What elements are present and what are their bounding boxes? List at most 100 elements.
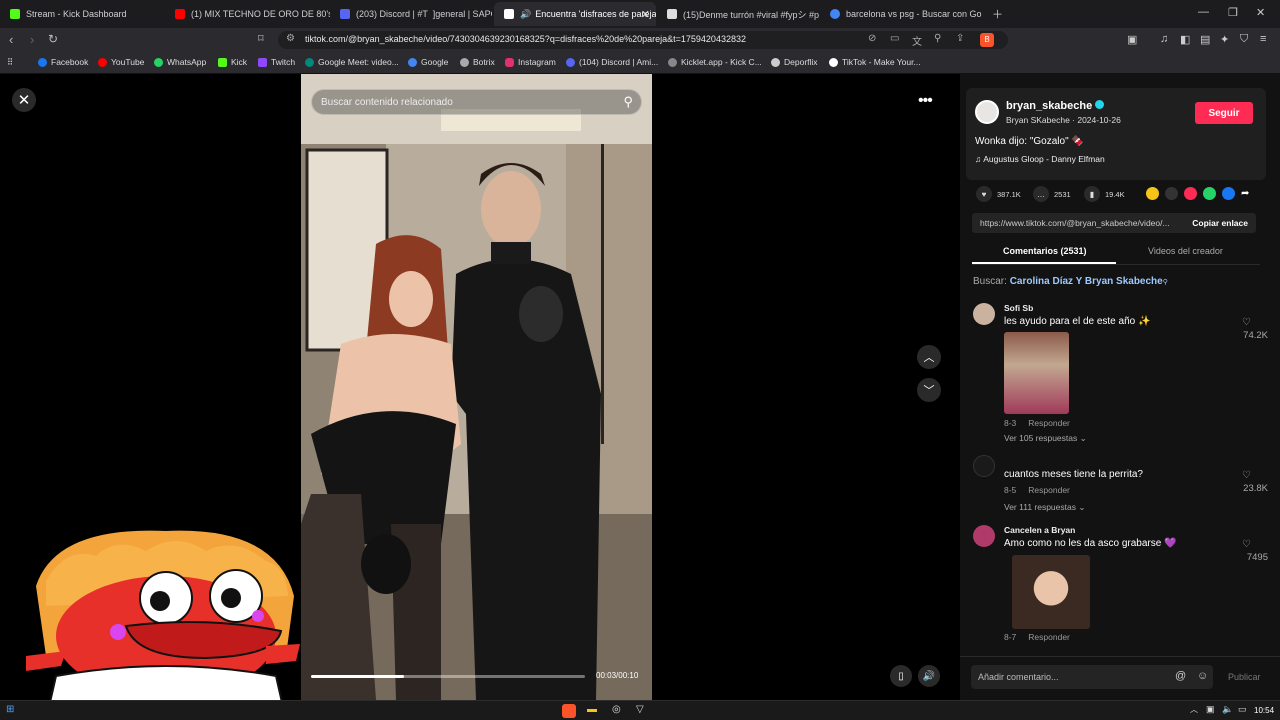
volume-icon[interactable]: 🔊 (918, 665, 940, 687)
avatar[interactable] (973, 525, 995, 547)
facebook-icon[interactable] (1222, 187, 1235, 200)
add-comment-input[interactable]: Añadir comentario... @ ☺ (971, 665, 1213, 689)
reply-button[interactable]: Responder (1028, 632, 1070, 642)
avatar[interactable] (973, 303, 995, 325)
menu-icon[interactable]: ≡ (1260, 33, 1266, 45)
share-arrow-icon[interactable]: ➦ (1241, 187, 1254, 200)
wallet-icon[interactable]: ▤ (1200, 33, 1210, 46)
music-icon[interactable]: ♫ (1160, 33, 1168, 45)
media-icon[interactable]: ⊘ (868, 33, 876, 44)
tab-discord[interactable]: (203) Discord | #T ⁣ ]general | SAPO (330, 2, 492, 26)
music-link[interactable]: ♫ Augustus Gloop - Danny Elfman (975, 154, 1105, 164)
bookmark-deporflix[interactable]: Deporflix (771, 57, 818, 67)
heart-icon[interactable]: ♡ (1242, 317, 1251, 328)
embed-icon[interactable] (1165, 187, 1178, 200)
heart-icon[interactable]: ♡ (1242, 539, 1251, 550)
video-player[interactable]: Buscar contenido relacionado ⚲ 00:03/00:… (301, 74, 652, 700)
follow-button[interactable]: Seguir (1195, 102, 1253, 124)
brave-shield-icon[interactable]: B (980, 33, 994, 47)
coin-share-icon[interactable] (1146, 187, 1159, 200)
obs-icon[interactable]: ◎ (612, 704, 621, 715)
search-icon[interactable]: ⚲ (623, 94, 633, 110)
tab-creator-videos[interactable]: Videos del creador (1148, 246, 1223, 256)
tab-close-icon[interactable]: ✕ (641, 8, 650, 21)
chevron-up-icon[interactable]: ︿ (917, 345, 941, 369)
url-field[interactable]: ⚙ tiktok.com/@bryan_skabeche/video/74303… (278, 31, 1008, 49)
tab-tiktok-video[interactable]: (15)Denme turrón #viral #fypシ #pen (657, 2, 819, 26)
minimize-button[interactable]: — (1198, 6, 1209, 18)
share-icon[interactable]: ⇪ (956, 33, 964, 44)
network-icon[interactable]: ▣ (1206, 704, 1215, 715)
copy-link-button[interactable]: Copiar enlace (1192, 218, 1248, 228)
tab-kick-dashboard[interactable]: Stream - Kick Dashboard (0, 2, 165, 26)
send-icon[interactable] (1184, 187, 1197, 200)
tab-comments[interactable]: Comentarios (2531) (1003, 246, 1087, 256)
app-icon[interactable]: ▽ (636, 704, 644, 715)
publish-button[interactable]: Publicar (1228, 672, 1261, 682)
reply-button[interactable]: Responder (1028, 418, 1070, 428)
video-progress-bar[interactable] (311, 675, 585, 678)
file-explorer-icon[interactable]: ▬ (587, 704, 597, 715)
comment-username[interactable]: Sofi Sb (1004, 303, 1033, 313)
new-tab-button[interactable]: ＋ (992, 6, 1003, 22)
comment-image[interactable] (1012, 555, 1090, 629)
save-button[interactable]: ▮ 19.4K (1084, 186, 1125, 202)
vpn-icon[interactable]: ⛉ (1240, 33, 1248, 46)
avatar[interactable] (975, 100, 999, 124)
creator-username[interactable]: bryan_skabeche (1006, 100, 1105, 112)
picture-in-picture-icon[interactable]: ▯ (890, 665, 912, 687)
reader-icon[interactable]: ▣ (1127, 33, 1137, 46)
bookmark-icon[interactable]: ⌑ (258, 32, 264, 45)
brave-taskbar-icon[interactable] (562, 704, 576, 718)
window-close-button[interactable]: ✕ (1256, 6, 1265, 19)
bookmark-instagram[interactable]: Instagram (505, 57, 556, 67)
keyboard-icon[interactable]: ▭ (1238, 704, 1247, 715)
translate-icon[interactable]: 文 (912, 33, 922, 48)
avatar[interactable] (973, 455, 995, 477)
forward-button[interactable]: › (30, 32, 34, 47)
volume-icon[interactable]: 🔈 (1222, 704, 1233, 715)
reload-button[interactable]: ↻ (48, 32, 58, 46)
heart-icon[interactable]: ♡ (1242, 470, 1251, 481)
sidebar-icon[interactable]: ◧ (1180, 33, 1190, 46)
bookmark-botrix[interactable]: Botrix (460, 57, 495, 67)
site-info-icon[interactable]: ⚙ (286, 33, 295, 44)
whatsapp-icon[interactable] (1203, 187, 1216, 200)
tab-google-search[interactable]: barcelona vs psg - Buscar con Google (820, 2, 982, 26)
chevron-down-icon[interactable]: ﹀ (917, 378, 941, 402)
restore-button[interactable]: ❐ (1228, 6, 1238, 19)
windows-start-icon[interactable]: ⊞ (6, 704, 14, 715)
bookmark-youtube[interactable]: YouTube (98, 57, 144, 67)
tray-chevron-icon[interactable]: ︿ (1190, 704, 1198, 715)
mention-icon[interactable]: @ (1175, 670, 1186, 682)
like-button[interactable]: ♥ 387.1K (976, 186, 1021, 202)
leo-icon[interactable]: ✦ (1220, 33, 1229, 46)
more-icon[interactable]: ••• (918, 92, 933, 110)
search-suggestion[interactable]: Buscar: Carolina Díaz Y Bryan Skabeche⚲ (973, 276, 1168, 287)
bookmark-twitch[interactable]: Twitch (258, 57, 295, 67)
reply-button[interactable]: Responder (1028, 485, 1070, 495)
bookmark-google[interactable]: Google (408, 57, 448, 67)
comment-image[interactable] (1004, 332, 1069, 414)
bookmark-whatsapp[interactable]: WhatsApp (154, 57, 206, 67)
bookmark-kick[interactable]: Kick (218, 57, 247, 67)
comment-like-count: 23.8K (1243, 483, 1268, 494)
related-search-input[interactable]: Buscar contenido relacionado ⚲ (311, 89, 642, 115)
zoom-icon[interactable]: ⚲ (934, 33, 941, 44)
bookmark-google-meet[interactable]: Google Meet: video... (305, 57, 399, 67)
bookmark-kicklet[interactable]: Kicklet.app - Kick C... (668, 57, 762, 67)
apps-icon[interactable]: ⠿ (7, 57, 13, 68)
view-replies-button[interactable]: Ver 111 respuestas ⌄ (1004, 502, 1085, 513)
comment-button[interactable]: … 2531 (1033, 186, 1071, 202)
bookmark-facebook[interactable]: Facebook (38, 57, 88, 67)
cast-icon[interactable]: ▭ (890, 33, 899, 44)
back-button[interactable]: ‹ (9, 32, 13, 47)
bookmark-tiktok[interactable]: TikTok - Make Your... (829, 57, 921, 67)
comment-username[interactable]: Cancelen a Bryan (1004, 525, 1075, 535)
tab-youtube-mix[interactable]: (1) MIX TECHNO DE ORO DE 80's & (165, 2, 330, 26)
tab-tiktok-search[interactable]: 🔊 Encuentra 'disfraces de pareja ✕ (494, 2, 656, 26)
emoji-icon[interactable]: ☺ (1197, 670, 1208, 682)
close-icon[interactable]: ✕ (12, 88, 36, 112)
bookmark-discord[interactable]: (104) Discord | Ami... (566, 57, 658, 67)
view-replies-button[interactable]: Ver 105 respuestas ⌄ (1004, 433, 1087, 444)
